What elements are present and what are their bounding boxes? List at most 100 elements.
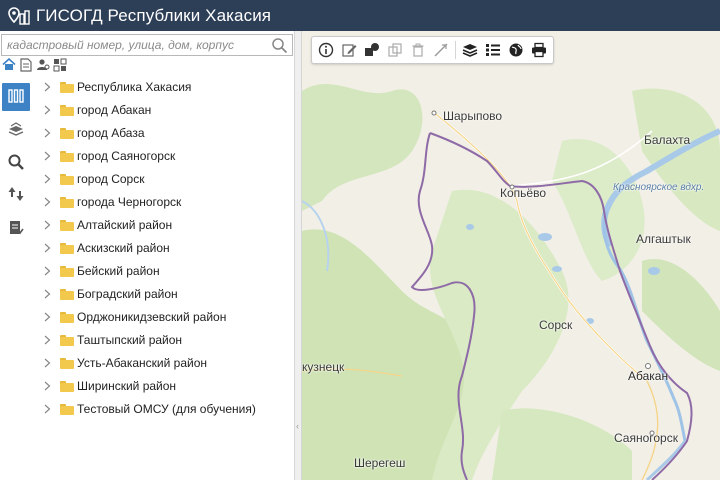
tree-item[interactable]: Тестовый ОМСУ (для обучения) bbox=[36, 400, 294, 418]
chevron-right-icon[interactable] bbox=[44, 381, 56, 391]
chevron-right-icon[interactable] bbox=[44, 404, 56, 414]
folder-icon bbox=[60, 288, 74, 300]
rail-report-button[interactable] bbox=[2, 215, 30, 243]
folder-icon bbox=[60, 242, 74, 254]
tree-item-label: Усть-Абаканский район bbox=[77, 356, 207, 370]
panel-splitter[interactable]: ‹ bbox=[294, 31, 302, 480]
copy-icon[interactable] bbox=[385, 40, 405, 60]
map-label-sayanogorsk: Саяногорск bbox=[614, 431, 678, 445]
map-view[interactable]: Шарыпово Балахта Копьёво Красноярское вд… bbox=[302, 31, 720, 480]
tree-item-label: Ширинский район bbox=[77, 379, 177, 393]
rail-tree-button[interactable] bbox=[2, 83, 30, 111]
measure-icon[interactable] bbox=[431, 40, 451, 60]
chevron-right-icon[interactable] bbox=[44, 151, 56, 161]
layers-icon bbox=[7, 121, 25, 142]
search-icon[interactable] bbox=[271, 37, 289, 54]
chevron-right-icon[interactable] bbox=[44, 335, 56, 345]
tree-item[interactable]: Таштыпский район bbox=[36, 331, 294, 349]
chevron-right-icon[interactable] bbox=[44, 312, 56, 322]
globe-icon[interactable] bbox=[506, 40, 526, 60]
info-icon[interactable] bbox=[316, 40, 336, 60]
chevron-right-icon[interactable] bbox=[44, 358, 56, 368]
rail-sort-button[interactable] bbox=[2, 181, 30, 209]
grid-icon[interactable] bbox=[52, 57, 67, 72]
search-input[interactable] bbox=[2, 35, 266, 55]
tree-item-label: Алтайский район bbox=[77, 218, 173, 232]
chevron-right-icon[interactable] bbox=[44, 220, 56, 230]
app-title: ГИСОГД Республики Хакасия bbox=[36, 5, 272, 25]
splitter-grip-icon[interactable]: ‹ bbox=[296, 421, 300, 447]
tree-item[interactable]: Алтайский район bbox=[36, 216, 294, 234]
tree-item[interactable]: город Абаза bbox=[36, 124, 294, 142]
tree-item[interactable]: Усть-Абаканский район bbox=[36, 354, 294, 372]
chevron-right-icon[interactable] bbox=[44, 128, 56, 138]
map-label-reservoir: Красноярское вдхр. bbox=[613, 182, 705, 193]
tree-item[interactable]: города Черногорск bbox=[36, 193, 294, 211]
folder-icon bbox=[60, 104, 74, 116]
app-header: ГИСОГД Республики Хакасия bbox=[0, 0, 720, 31]
tree-item[interactable]: Орджоникидзевский район bbox=[36, 308, 294, 326]
tree-item[interactable]: город Абакан bbox=[36, 101, 294, 119]
list-icon[interactable] bbox=[483, 40, 503, 60]
tree-item[interactable]: Республика Хакасия bbox=[36, 78, 294, 96]
map-toolbar bbox=[311, 36, 554, 64]
tree-item[interactable]: Аскизский район bbox=[36, 239, 294, 257]
layers-icon[interactable] bbox=[460, 40, 480, 60]
chevron-right-icon[interactable] bbox=[44, 174, 56, 184]
chevron-right-icon[interactable] bbox=[44, 266, 56, 276]
folder-icon bbox=[60, 265, 74, 277]
map-label-sheregesh: Шерегеш bbox=[354, 456, 406, 470]
tree-item-label: города Черногорск bbox=[77, 195, 182, 209]
print-icon[interactable] bbox=[529, 40, 549, 60]
rail-layers-button[interactable] bbox=[2, 117, 30, 145]
folder-icon bbox=[60, 173, 74, 185]
map-label-algashtyk: Алгаштык bbox=[636, 232, 691, 246]
tree-item-label: Бейский район bbox=[77, 264, 160, 278]
tree-item-label: Тестовый ОМСУ (для обучения) bbox=[77, 402, 256, 416]
home-icon[interactable] bbox=[1, 57, 16, 72]
tree-item[interactable]: Боградский район bbox=[36, 285, 294, 303]
folder-icon bbox=[60, 219, 74, 231]
chevron-right-icon[interactable] bbox=[44, 289, 56, 299]
app-logo-icon bbox=[6, 5, 32, 27]
map-label-sharypovo: Шарыпово bbox=[443, 109, 503, 123]
folder-icon bbox=[60, 127, 74, 139]
tree-item-label: Республика Хакасия bbox=[77, 80, 192, 94]
chevron-right-icon[interactable] bbox=[44, 243, 56, 253]
tree-icon bbox=[7, 87, 25, 108]
document-icon[interactable] bbox=[18, 57, 33, 72]
map-label-kopyevo: Копьёво bbox=[500, 186, 547, 200]
map-label-abakan: Абакан bbox=[628, 369, 669, 383]
chevron-right-icon[interactable] bbox=[44, 82, 56, 92]
sidebar-rail bbox=[0, 75, 34, 480]
map-label-sorsk: Сорск bbox=[539, 318, 573, 332]
tree-item-label: город Абаза bbox=[77, 126, 145, 140]
tree-item-label: Аскизский район bbox=[77, 241, 170, 255]
folder-icon bbox=[60, 334, 74, 346]
tree-item-label: город Сорск bbox=[77, 172, 145, 186]
folder-icon bbox=[60, 150, 74, 162]
map-label-balakhta: Балахта bbox=[644, 133, 691, 147]
tree-item-label: Боградский район bbox=[77, 287, 178, 301]
tree-item[interactable]: Бейский район bbox=[36, 262, 294, 280]
delete-icon[interactable] bbox=[408, 40, 428, 60]
edit-icon[interactable] bbox=[339, 40, 359, 60]
tree-item[interactable]: город Сорск bbox=[36, 170, 294, 188]
folder-icon bbox=[60, 196, 74, 208]
shapes-icon[interactable] bbox=[362, 40, 382, 60]
chevron-right-icon[interactable] bbox=[44, 197, 56, 207]
folder-icon bbox=[60, 357, 74, 369]
tree-item-label: Орджоникидзевский район bbox=[77, 310, 227, 324]
tree-item[interactable]: Ширинский район bbox=[36, 377, 294, 395]
tree-item[interactable]: город Саяногорск bbox=[36, 147, 294, 165]
rail-search-button[interactable] bbox=[2, 149, 30, 177]
map-basemap bbox=[302, 83, 720, 480]
user-search-icon[interactable] bbox=[35, 57, 50, 72]
report-icon bbox=[7, 219, 25, 240]
territory-tree: Республика Хакасия город Абакан город Абаз… bbox=[36, 75, 294, 480]
search-box bbox=[1, 34, 293, 56]
chevron-right-icon[interactable] bbox=[44, 105, 56, 115]
folder-icon bbox=[60, 403, 74, 415]
folder-icon bbox=[60, 81, 74, 93]
tree-item-label: город Саяногорск bbox=[77, 149, 176, 163]
